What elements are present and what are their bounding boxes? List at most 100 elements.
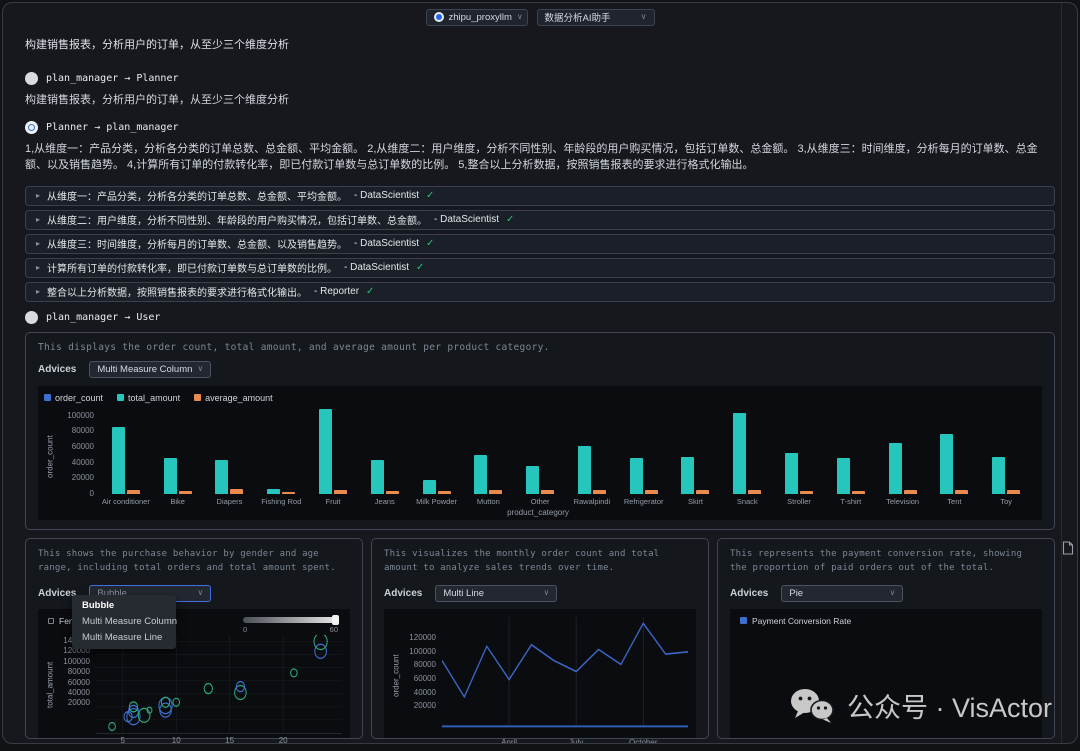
caret-icon: ▸ — [36, 263, 40, 272]
bar-total_amount[interactable] — [733, 413, 746, 494]
panel-description: This represents the payment conversion r… — [730, 548, 1042, 577]
bar-total_amount[interactable] — [940, 434, 953, 493]
task-row[interactable]: ▸从维度二：用户维度，分析不同性别、年龄段的用户购买情况，包括订单数、总金额。-… — [25, 210, 1055, 230]
chat-area: plan_manager → Planner 构建销售报表，分析用户的订单，从至… — [25, 72, 1055, 739]
legend-swatch — [117, 394, 124, 401]
size-slider[interactable]: 0 60 — [243, 617, 338, 634]
bar-total_amount[interactable] — [785, 453, 798, 494]
task-agent: - DataScientist — [344, 262, 409, 273]
bubble-point[interactable] — [291, 669, 298, 677]
bar-total_amount[interactable] — [681, 457, 694, 494]
dropdown-option[interactable]: Multi Measure Column — [72, 614, 176, 630]
bar-average_amount[interactable] — [852, 491, 865, 493]
chevron-down-icon: ∨ — [198, 589, 204, 597]
bar-total_amount[interactable] — [215, 460, 228, 494]
bar-average_amount[interactable] — [904, 490, 917, 494]
bubble-point[interactable] — [204, 683, 212, 693]
task-row[interactable]: ▸计算所有订单的付款转化率，即已付款订单数与总订单数的比例。- DataScie… — [25, 258, 1055, 278]
legend-item-conversion[interactable]: Payment Conversion Rate — [740, 616, 851, 626]
bar-group: Fruit — [307, 408, 359, 506]
y-tick: 40000 — [414, 688, 436, 697]
bar-average_amount[interactable] — [386, 491, 399, 494]
app-select[interactable]: 数据分析AI助手 ∨ — [537, 9, 655, 26]
bar-total_amount[interactable] — [578, 446, 591, 494]
line-plot: AprilJulyOctober — [442, 617, 688, 734]
category-label: Toy — [1000, 497, 1012, 506]
bar-average_amount[interactable] — [645, 490, 658, 494]
legend-item[interactable]: order_count — [44, 393, 103, 403]
bar-total_amount[interactable] — [630, 458, 643, 494]
category-label: Diapers — [217, 497, 243, 506]
bubble-svg — [96, 635, 342, 733]
task-row[interactable]: ▸从维度三：时间维度，分析每月的订单数、总金额、以及销售趋势。- DataSci… — [25, 234, 1055, 254]
legend-item[interactable]: total_amount — [117, 393, 180, 403]
bar-average_amount[interactable] — [438, 491, 451, 494]
bar-total_amount[interactable] — [889, 443, 902, 494]
file-icon[interactable] — [1062, 541, 1074, 560]
bar-group: Stroller — [773, 408, 825, 506]
chart-type-select[interactable]: Pie ∨ — [781, 585, 903, 602]
wechat-icon — [790, 688, 836, 724]
dropdown-option[interactable]: Bubble — [72, 598, 176, 614]
trend-line — [442, 623, 688, 697]
bar-average_amount[interactable] — [489, 490, 502, 494]
bar-average_amount[interactable] — [541, 490, 554, 494]
bubble-point[interactable] — [314, 635, 327, 650]
task-row[interactable]: ▸整合以上分析数据，按照销售报表的要求进行格式化输出。- Reporter✓ — [25, 282, 1055, 302]
bar-total_amount[interactable] — [526, 466, 539, 494]
y-tick: 100000 — [409, 647, 436, 656]
y-tick: 20000 — [414, 701, 436, 710]
bar-average_amount[interactable] — [955, 490, 968, 494]
y-tick: 20000 — [68, 698, 90, 707]
bar-total_amount[interactable] — [371, 460, 384, 494]
chart-type-select[interactable]: Multi Line ∨ — [435, 585, 557, 602]
line-yaxis: 20000400006000080000100000120000 — [402, 617, 442, 734]
line-svg — [442, 617, 688, 734]
bar-group: Bike — [152, 408, 204, 506]
slider-handle[interactable] — [332, 615, 339, 625]
bar-average_amount[interactable] — [696, 490, 709, 494]
bubble-point[interactable] — [315, 644, 327, 658]
bubble-point[interactable] — [109, 722, 116, 730]
message-sender: Planner → plan_manager — [46, 122, 179, 133]
bar-total_amount[interactable] — [423, 480, 436, 494]
bar-total_amount[interactable] — [837, 458, 850, 494]
bubble-point[interactable] — [161, 697, 169, 707]
caret-icon: ▸ — [36, 215, 40, 224]
bubble-plot: total_orders 5101520 — [96, 635, 342, 734]
bar-average_amount[interactable] — [1007, 490, 1020, 494]
dropdown-option[interactable]: Multi Measure Line — [72, 630, 176, 646]
bubble-point[interactable] — [160, 703, 172, 717]
bar-average_amount[interactable] — [282, 492, 295, 494]
y-axis-label: order_count — [44, 408, 56, 506]
task-row[interactable]: ▸从维度一：产品分类，分析各分类的订单总数、总金额、平均金额。- DataSci… — [25, 186, 1055, 206]
bar-total_amount[interactable] — [474, 455, 487, 494]
bar-total_amount[interactable] — [267, 489, 280, 494]
bar-average_amount[interactable] — [127, 490, 140, 494]
chevron-down-icon: ∨ — [641, 13, 647, 21]
bar-average_amount[interactable] — [593, 490, 606, 494]
bar-average_amount[interactable] — [230, 489, 243, 494]
panel-description: This displays the order count, total amo… — [38, 342, 1042, 353]
chevron-down-icon: ∨ — [198, 365, 204, 373]
bar-total_amount[interactable] — [164, 458, 177, 494]
bar-total_amount[interactable] — [319, 409, 332, 494]
bar-group: Rawalpindi — [566, 408, 618, 506]
bar-average_amount[interactable] — [748, 490, 761, 494]
bar-total_amount[interactable] — [992, 457, 1005, 494]
chart-type-select[interactable]: Multi Measure Column ∨ — [89, 361, 211, 378]
legend-item[interactable]: average_amount — [194, 393, 273, 403]
legend-checkbox — [48, 618, 54, 624]
bar-average_amount[interactable] — [800, 491, 813, 494]
bar-total_amount[interactable] — [112, 427, 125, 494]
bar-average_amount[interactable] — [179, 491, 192, 494]
scrollbar-rail[interactable] — [1061, 3, 1062, 743]
task-agent: - DataScientist — [354, 238, 419, 249]
advices-label: Advices — [38, 364, 76, 375]
y-axis-label: total_amount — [44, 635, 56, 734]
x-tick: 5 — [121, 736, 125, 744]
check-icon: ✓ — [426, 238, 434, 249]
message-header: plan_manager → User — [25, 311, 1055, 324]
bar-average_amount[interactable] — [334, 490, 347, 494]
model-select[interactable]: zhipu_proxyllm ∨ — [426, 9, 528, 26]
